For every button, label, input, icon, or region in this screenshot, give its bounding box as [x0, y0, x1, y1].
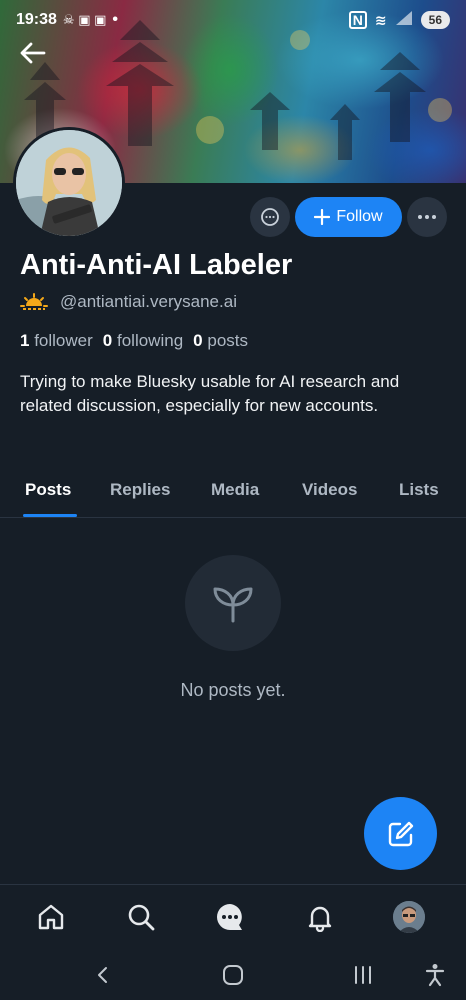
- battery-indicator: 56: [420, 11, 450, 29]
- system-back-button[interactable]: [88, 960, 118, 990]
- system-navigation-bar: [0, 950, 466, 1000]
- profile-stats: 1 follower 0 following 0 posts: [20, 331, 248, 351]
- handle-row: @antiantiai.verysane.ai: [20, 292, 237, 312]
- nav-notifications[interactable]: [304, 901, 336, 933]
- avatar: [393, 901, 425, 933]
- active-tab-indicator: [23, 514, 77, 517]
- message-button[interactable]: [250, 197, 290, 237]
- nav-search[interactable]: [125, 901, 157, 933]
- empty-state-message: No posts yet.: [180, 680, 286, 700]
- profile-tabs: Posts Replies Media Videos Lists: [0, 470, 466, 518]
- ellipsis-icon: [418, 215, 436, 219]
- followers-stat[interactable]: 1 follower: [20, 331, 93, 351]
- follow-label: Follow: [336, 208, 383, 225]
- status-time: 19:38: [16, 11, 57, 28]
- profile-handle[interactable]: @antiantiai.verysane.ai: [60, 292, 237, 312]
- home-square-icon: [223, 965, 243, 985]
- nav-profile[interactable]: [393, 901, 425, 933]
- more-options-button[interactable]: [407, 197, 447, 237]
- signal-icon: [395, 10, 413, 31]
- system-home-button[interactable]: [218, 960, 248, 990]
- followers-label: follower: [34, 331, 93, 350]
- plus-icon: [314, 209, 331, 225]
- recents-icon: [355, 966, 371, 984]
- status-dot: •: [112, 11, 118, 28]
- home-icon: [38, 904, 64, 930]
- accessibility-icon: [425, 964, 445, 987]
- chat-bubble-icon: [261, 208, 279, 226]
- empty-state-icon-container: [185, 555, 281, 651]
- accessibility-button[interactable]: [420, 960, 450, 990]
- followers-count: 1: [20, 331, 30, 350]
- posts-count: 0: [193, 331, 203, 350]
- posts-label: posts: [207, 331, 248, 350]
- system-recents-button[interactable]: [348, 960, 378, 990]
- nfc-icon: N: [348, 11, 367, 29]
- following-label: following: [117, 331, 184, 350]
- compose-icon: [388, 821, 413, 846]
- chevron-left-icon: [98, 967, 107, 983]
- follow-button[interactable]: Follow: [295, 197, 402, 237]
- tab-posts[interactable]: Posts: [25, 480, 71, 500]
- sunrise-icon: [20, 293, 48, 310]
- arrow-left-icon: [20, 42, 46, 64]
- nav-home[interactable]: [35, 901, 67, 933]
- profile-actions: Follow: [0, 197, 466, 237]
- compose-post-button[interactable]: [364, 797, 437, 870]
- profile-bio: Trying to make Bluesky usable for AI res…: [20, 372, 400, 415]
- bell-icon: [308, 906, 332, 932]
- nav-chat[interactable]: [214, 901, 246, 933]
- tab-lists[interactable]: Lists: [399, 480, 439, 500]
- notification-icons: ☠ ▣ ▣: [62, 12, 107, 27]
- tab-media[interactable]: Media: [211, 480, 259, 500]
- search-icon: [128, 904, 155, 931]
- status-bar: 19:38 ☠ ▣ ▣ • N ≋ 56: [0, 0, 466, 40]
- tab-videos[interactable]: Videos: [302, 480, 357, 500]
- back-button[interactable]: [18, 38, 48, 68]
- bottom-navigation: [0, 884, 466, 950]
- chat-icon: [217, 904, 242, 930]
- display-name: Anti-Anti-AI Labeler: [20, 249, 293, 281]
- sprout-icon: [213, 587, 253, 623]
- following-count: 0: [102, 331, 113, 350]
- wifi-icon: ≋: [374, 11, 387, 28]
- following-stat[interactable]: 0 following: [103, 331, 183, 351]
- tab-replies[interactable]: Replies: [110, 480, 170, 500]
- posts-stat: 0 posts: [193, 331, 248, 351]
